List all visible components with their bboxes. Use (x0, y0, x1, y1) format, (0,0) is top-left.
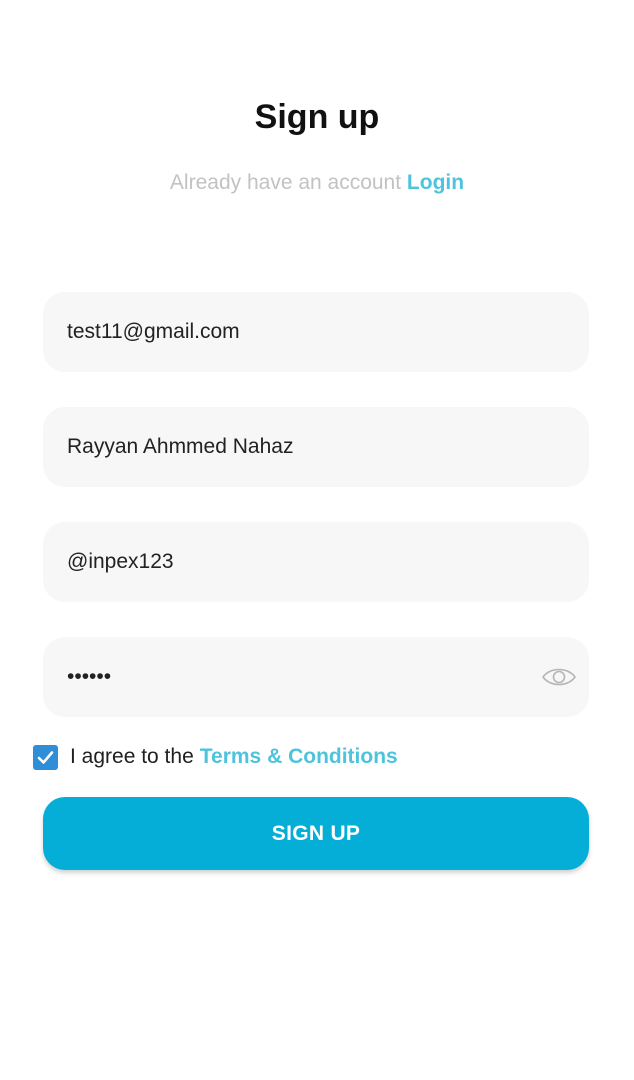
login-prompt: Already have an account Login (0, 171, 634, 195)
sign-up-button[interactable]: SIGN UP (43, 797, 589, 870)
password-field-container (43, 637, 589, 717)
password-field[interactable] (67, 637, 537, 717)
terms-agreement: I agree to the Terms & Conditions (33, 743, 398, 771)
full-name-field[interactable] (67, 407, 537, 487)
page-title: Sign up (254, 98, 380, 136)
email-field-container (43, 292, 589, 372)
eye-icon[interactable] (541, 661, 577, 693)
full-name-field-container (43, 407, 589, 487)
agree-checkbox[interactable] (33, 744, 58, 770)
username-field[interactable] (67, 522, 537, 602)
login-link[interactable]: Login (407, 171, 464, 194)
terms-link[interactable]: Terms & Conditions (200, 745, 398, 769)
agree-text: I agree to the (70, 745, 194, 768)
username-field-container (43, 522, 589, 602)
check-icon (37, 750, 54, 764)
login-prompt-text: Already have an account (169, 171, 402, 194)
email-field[interactable] (67, 292, 537, 372)
